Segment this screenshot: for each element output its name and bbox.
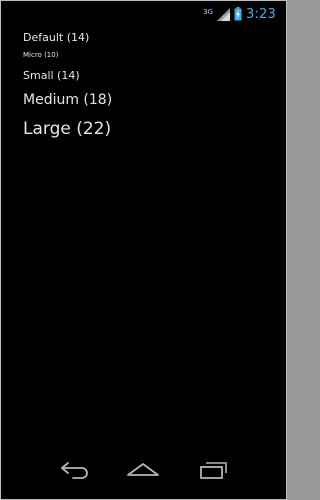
text-sample-medium: Medium (18) [23, 92, 113, 108]
signal-icon [217, 6, 230, 25]
home-button[interactable] [121, 453, 165, 491]
recent-apps-icon [197, 460, 229, 484]
battery-charging-icon [234, 6, 242, 25]
text-sample-small: Small (14) [23, 69, 80, 82]
network-type-label: 3G [203, 8, 213, 16]
recent-apps-button[interactable] [191, 453, 235, 491]
back-icon [59, 460, 91, 484]
status-clock: 3:23 [246, 7, 276, 22]
status-bar: 3G 3:23 [1, 1, 286, 27]
navigation-bar [1, 445, 286, 499]
text-sample-micro: Micro (10) [23, 51, 59, 59]
text-sample-default: Default (14) [23, 31, 90, 44]
back-button[interactable] [53, 453, 97, 491]
phone-screen: 3G 3:23 Default (14) Micro (10) Small (1… [1, 1, 286, 499]
home-icon [126, 461, 160, 483]
text-sample-large: Large (22) [23, 119, 112, 139]
status-icons: 3G 3:23 [203, 6, 276, 25]
